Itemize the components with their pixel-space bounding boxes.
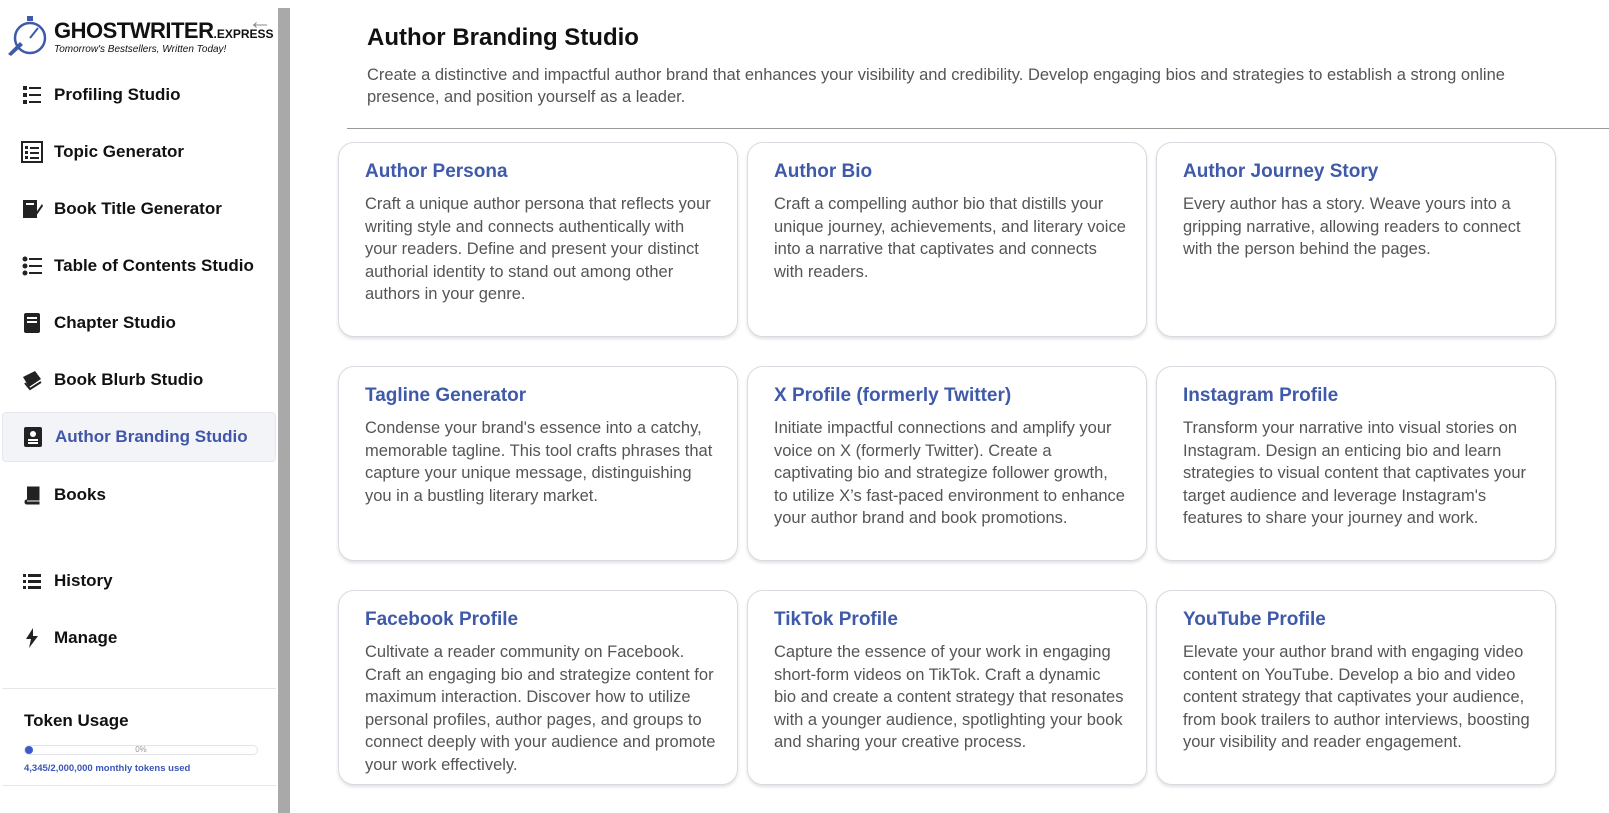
sidebar-item-book-blurb-studio[interactable]: Book Blurb Studio: [2, 355, 276, 405]
card-description: Elevate your author brand with engaging …: [1183, 643, 1530, 751]
sidebar-item-table-of-contents-studio[interactable]: Table of Contents Studio: [2, 241, 276, 291]
sidebar-item-history[interactable]: History: [2, 556, 276, 606]
logo-tagline: Tomorrow's Bestsellers, Written Today!: [54, 44, 227, 55]
sidebar-item-author-branding-studio[interactable]: Author Branding Studio: [2, 412, 276, 462]
page-description: Create a distinctive and impactful autho…: [367, 66, 1505, 106]
card-title: Facebook Profile: [365, 609, 519, 630]
topic-icon: [20, 140, 44, 164]
card-description: Craft a unique author persona that refle…: [365, 195, 711, 303]
card-tiktok-profile[interactable]: TikTok Profile Capture the essence of yo…: [747, 590, 1147, 785]
card-description: Capture the essence of your work in enga…: [774, 643, 1124, 751]
card-description: Craft a compelling author bio that disti…: [774, 195, 1126, 281]
stopwatch-pen-icon: [8, 16, 47, 56]
card-youtube-profile[interactable]: YouTube Profile Elevate your author bran…: [1156, 590, 1556, 785]
card-description: Transform your narrative into visual sto…: [1183, 419, 1527, 527]
card-facebook-profile[interactable]: Facebook Profile Cultivate a reader comm…: [338, 590, 738, 785]
card-title: TikTok Profile: [774, 609, 898, 630]
lightning-bolt-icon: [20, 626, 44, 650]
card-author-bio[interactable]: Author Bio Craft a compelling author bio…: [747, 142, 1147, 337]
card-title: YouTube Profile: [1183, 609, 1326, 630]
token-usage-text: 4,345/2,000,000 monthly tokens used: [24, 763, 191, 774]
card-description: Cultivate a reader community on Facebook…: [365, 643, 716, 774]
sidebar-item-label: Book Title Generator: [54, 199, 222, 218]
sidebar-item-label: Table of Contents Studio: [54, 256, 254, 275]
card-x-profile[interactable]: X Profile (formerly Twitter) Initiate im…: [747, 366, 1147, 561]
sidebar-item-topic-generator[interactable]: Topic Generator: [2, 127, 276, 177]
card-description: Initiate impactful connections and ampli…: [774, 419, 1125, 527]
card-title: Author Journey Story: [1183, 161, 1379, 182]
sidebar-item-books[interactable]: Books: [2, 470, 276, 520]
card-description: Every author has a story. Weave yours in…: [1183, 195, 1521, 258]
card-description: Condense your brand's essence into a cat…: [365, 419, 713, 505]
card-title: Tagline Generator: [365, 385, 527, 406]
sidebar-scrollbar[interactable]: [278, 8, 290, 813]
sidebar-item-label: Manage: [54, 628, 118, 647]
sidebar-item-manage[interactable]: Manage: [2, 613, 276, 663]
blurb-icon: [20, 368, 44, 392]
sidebar-item-label: Profiling Studio: [54, 85, 181, 104]
sidebar: GHOSTWRITER.EXPRESS Tomorrow's Bestselle…: [0, 0, 278, 813]
author-branding-icon: [21, 425, 45, 449]
profiling-icon: [20, 83, 44, 107]
sidebar-item-profiling-studio[interactable]: Profiling Studio: [2, 70, 276, 120]
chapter-icon: [20, 311, 44, 335]
toc-icon: [20, 254, 44, 278]
card-tagline-generator[interactable]: Tagline Generator Condense your brand's …: [338, 366, 738, 561]
token-usage-title: Token Usage: [24, 711, 129, 730]
sidebar-item-label: Books: [54, 485, 106, 504]
card-title: X Profile (formerly Twitter): [774, 385, 1012, 406]
logo-word: GHOSTWRITER: [54, 18, 214, 43]
sidebar-item-label: Book Blurb Studio: [54, 370, 204, 389]
token-usage-progress-bar: 0%: [24, 745, 258, 755]
card-title: Author Bio: [774, 161, 873, 182]
sidebar-item-label: Topic Generator: [54, 142, 185, 161]
token-usage-percent: 0%: [135, 745, 147, 754]
card-author-persona[interactable]: Author Persona Craft a unique author per…: [338, 142, 738, 337]
main-content: Author Branding Studio Create a distinct…: [300, 0, 1609, 813]
history-icon: [20, 569, 44, 593]
card-instagram-profile[interactable]: Instagram Profile Transform your narrati…: [1156, 366, 1556, 561]
sidebar-item-book-title-generator[interactable]: Book Title Generator: [2, 184, 276, 234]
sidebar-item-label: Author Branding Studio: [55, 427, 248, 446]
app-logo[interactable]: GHOSTWRITER.EXPRESS Tomorrow's Bestselle…: [6, 12, 274, 58]
divider: [347, 128, 1609, 129]
sidebar-item-label: Chapter Studio: [54, 313, 176, 332]
card-author-journey-story[interactable]: Author Journey Story Every author has a …: [1156, 142, 1556, 337]
card-title: Author Persona: [365, 161, 508, 182]
sidebar-item-chapter-studio[interactable]: Chapter Studio: [2, 298, 276, 348]
books-icon: [20, 483, 44, 507]
collapse-sidebar-arrow-icon[interactable]: ←: [248, 10, 272, 34]
card-title: Instagram Profile: [1183, 385, 1339, 406]
page-title: Author Branding Studio: [367, 24, 639, 51]
token-usage-panel: Token Usage 0% 4,345/2,000,000 monthly t…: [2, 688, 276, 786]
sidebar-item-label: History: [54, 571, 113, 590]
book-title-icon: [20, 197, 44, 221]
